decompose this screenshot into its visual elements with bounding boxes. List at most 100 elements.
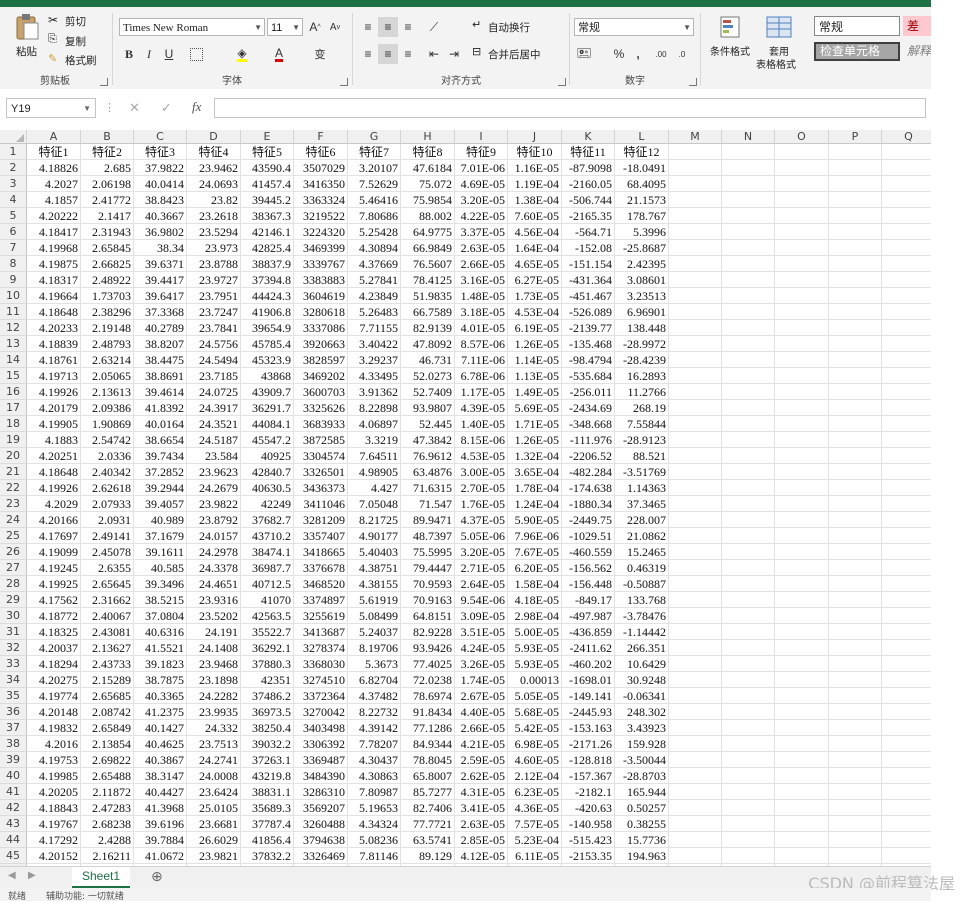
table-cell[interactable]	[669, 176, 722, 192]
table-cell[interactable]: 133.768	[615, 592, 669, 608]
table-cell[interactable]	[829, 640, 882, 656]
table-cell[interactable]: 3.51E-05	[455, 624, 508, 640]
table-cell[interactable]: -564.71	[562, 224, 615, 240]
table-cell[interactable]: 3326501	[294, 464, 348, 480]
table-cell[interactable]: 3374897	[294, 592, 348, 608]
comma-button[interactable]: ,	[628, 44, 648, 64]
table-cell[interactable]: 43590.4	[241, 160, 294, 176]
table-cell[interactable]: 178.767	[615, 208, 669, 224]
table-cell[interactable]	[882, 192, 931, 208]
table-cell[interactable]	[669, 544, 722, 560]
table-cell[interactable]: -156.562	[562, 560, 615, 576]
row-header[interactable]: 24	[0, 512, 27, 528]
table-cell[interactable]	[882, 592, 931, 608]
table-cell[interactable]: 4.19926	[27, 480, 81, 496]
table-cell[interactable]: -28.9123	[615, 432, 669, 448]
table-cell[interactable]	[669, 672, 722, 688]
table-cell[interactable]	[882, 480, 931, 496]
table-cell[interactable]: 194.963	[615, 848, 669, 864]
table-cell[interactable]: 4.18294	[27, 656, 81, 672]
table-cell[interactable]: 71.6315	[401, 480, 455, 496]
table-cell[interactable]: 43219.8	[241, 768, 294, 784]
table-cell[interactable]: 21.0862	[615, 528, 669, 544]
table-cell[interactable]: -2206.52	[562, 448, 615, 464]
table-cell[interactable]: 23.8788	[187, 256, 241, 272]
table-cell[interactable]	[775, 704, 829, 720]
table-cell[interactable]: 44424.3	[241, 288, 294, 304]
table-cell[interactable]: 4.18826	[27, 160, 81, 176]
table-cell[interactable]	[775, 304, 829, 320]
table-cell[interactable]: 23.5202	[187, 608, 241, 624]
table-cell[interactable]: -151.154	[562, 256, 615, 272]
table-cell[interactable]: -2449.75	[562, 512, 615, 528]
table-cell[interactable]	[722, 368, 775, 384]
table-cell[interactable]: 7.78207	[348, 736, 401, 752]
borders-button[interactable]	[186, 44, 206, 64]
table-cell[interactable]	[775, 656, 829, 672]
table-cell[interactable]: 4.17292	[27, 832, 81, 848]
table-cell[interactable]	[775, 160, 829, 176]
table-cell[interactable]: 4.19925	[27, 576, 81, 592]
table-cell[interactable]: 4.34324	[348, 816, 401, 832]
table-cell[interactable]: 3286310	[294, 784, 348, 800]
table-cell[interactable]: 4.19099	[27, 544, 81, 560]
sheet-tab-sheet1[interactable]: Sheet1	[72, 867, 130, 889]
table-cell[interactable]	[722, 736, 775, 752]
table-cell[interactable]: 2.43081	[81, 624, 134, 640]
table-cell[interactable]	[829, 240, 882, 256]
table-cell[interactable]: 38367.3	[241, 208, 294, 224]
table-cell[interactable]: 0.38255	[615, 816, 669, 832]
table-cell[interactable]: 23.584	[187, 448, 241, 464]
table-cell[interactable]	[829, 384, 882, 400]
table-cell[interactable]	[829, 704, 882, 720]
table-cell[interactable]	[775, 512, 829, 528]
table-cell[interactable]	[722, 480, 775, 496]
table-cell[interactable]	[882, 608, 931, 624]
table-cell[interactable]: 2.70E-05	[455, 480, 508, 496]
header-cell[interactable]: 特征5	[241, 144, 294, 160]
table-cell[interactable]: 3339767	[294, 256, 348, 272]
table-cell[interactable]: -18.0491	[615, 160, 669, 176]
table-cell[interactable]	[882, 704, 931, 720]
table-cell[interactable]: 2.45078	[81, 544, 134, 560]
table-cell[interactable]: 4.20251	[27, 448, 81, 464]
increase-indent-button[interactable]: ⇥	[444, 44, 464, 64]
table-cell[interactable]: -460.559	[562, 544, 615, 560]
table-cell[interactable]	[829, 576, 882, 592]
table-cell[interactable]: 3274510	[294, 672, 348, 688]
header-cell[interactable]	[669, 144, 722, 160]
table-cell[interactable]	[722, 512, 775, 528]
table-cell[interactable]	[722, 752, 775, 768]
table-cell[interactable]	[775, 528, 829, 544]
table-cell[interactable]: -152.08	[562, 240, 615, 256]
table-cell[interactable]	[775, 752, 829, 768]
cut-button[interactable]: ✂ 剪切	[48, 13, 100, 29]
table-cell[interactable]: 23.7513	[187, 736, 241, 752]
table-cell[interactable]: 39.6371	[134, 256, 187, 272]
table-cell[interactable]: 24.2679	[187, 480, 241, 496]
table-cell[interactable]	[722, 656, 775, 672]
table-cell[interactable]	[882, 848, 931, 864]
table-cell[interactable]: 7.67E-05	[508, 544, 562, 560]
table-cell[interactable]: 4.53E-05	[455, 448, 508, 464]
table-cell[interactable]	[829, 288, 882, 304]
table-cell[interactable]: 3872585	[294, 432, 348, 448]
decrease-decimal-button[interactable]: .0	[672, 44, 692, 64]
table-cell[interactable]: 8.19706	[348, 640, 401, 656]
table-cell[interactable]: 40.1427	[134, 720, 187, 736]
table-cell[interactable]: 24.5494	[187, 352, 241, 368]
italic-button[interactable]: I	[139, 44, 159, 64]
table-cell[interactable]	[775, 320, 829, 336]
table-cell[interactable]: 2.68238	[81, 816, 134, 832]
table-cell[interactable]: 4.18761	[27, 352, 81, 368]
table-cell[interactable]: 8.57E-06	[455, 336, 508, 352]
table-cell[interactable]: 6.19E-05	[508, 320, 562, 336]
table-cell[interactable]: -420.63	[562, 800, 615, 816]
table-cell[interactable]	[829, 848, 882, 864]
orientation-button[interactable]: ⟋	[424, 17, 444, 37]
table-cell[interactable]	[722, 240, 775, 256]
phonetic-button[interactable]: 变	[310, 44, 330, 64]
table-cell[interactable]: 39.3496	[134, 576, 187, 592]
table-cell[interactable]: 24.5187	[187, 432, 241, 448]
table-cell[interactable]	[669, 304, 722, 320]
